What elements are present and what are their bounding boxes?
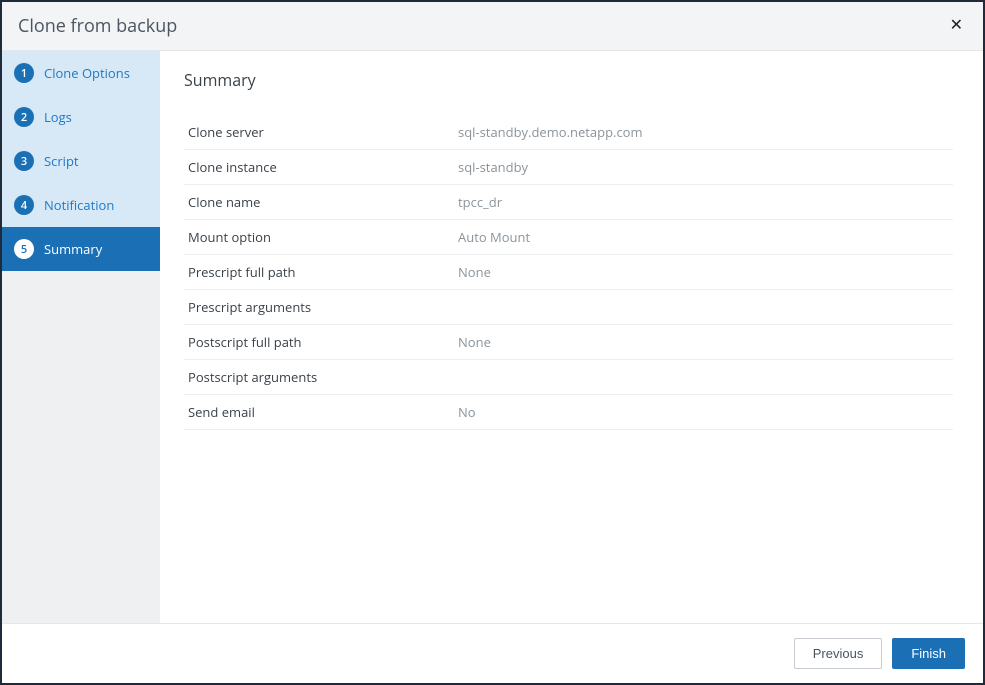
clone-from-backup-dialog: Clone from backup ✕ 1 Clone Options 2 Lo… [0, 0, 985, 685]
step-label: Clone Options [44, 64, 130, 82]
summary-value: Auto Mount [454, 220, 953, 255]
summary-label: Clone name [184, 185, 454, 220]
summary-label: Send email [184, 395, 454, 430]
previous-button[interactable]: Previous [794, 638, 883, 669]
summary-label: Mount option [184, 220, 454, 255]
step-label: Script [44, 152, 79, 170]
step-number-badge: 1 [14, 63, 34, 83]
summary-panel: Summary Clone server sql-standby.demo.ne… [160, 51, 983, 623]
summary-value [454, 290, 953, 325]
summary-label: Clone instance [184, 150, 454, 185]
dialog-body: 1 Clone Options 2 Logs 3 Script 4 Notifi… [2, 51, 983, 623]
wizard-steps-sidebar: 1 Clone Options 2 Logs 3 Script 4 Notifi… [2, 51, 160, 623]
step-label: Logs [44, 108, 72, 126]
step-number-badge: 5 [14, 239, 34, 259]
summary-value: None [454, 325, 953, 360]
step-label: Summary [44, 240, 102, 258]
step-number-badge: 3 [14, 151, 34, 171]
step-notification[interactable]: 4 Notification [2, 183, 160, 227]
summary-label: Postscript arguments [184, 360, 454, 395]
dialog-footer: Previous Finish [2, 623, 983, 683]
dialog-title: Clone from backup [18, 14, 177, 38]
summary-table: Clone server sql-standby.demo.netapp.com… [184, 115, 953, 430]
summary-row-clone-name: Clone name tpcc_dr [184, 185, 953, 220]
summary-row-clone-server: Clone server sql-standby.demo.netapp.com [184, 115, 953, 150]
summary-label: Clone server [184, 115, 454, 150]
summary-value: sql-standby [454, 150, 953, 185]
step-number-badge: 2 [14, 107, 34, 127]
step-number-badge: 4 [14, 195, 34, 215]
summary-row-postscript-path: Postscript full path None [184, 325, 953, 360]
dialog-header: Clone from backup ✕ [2, 2, 983, 51]
summary-row-postscript-args: Postscript arguments [184, 360, 953, 395]
step-clone-options[interactable]: 1 Clone Options [2, 51, 160, 95]
step-summary[interactable]: 5 Summary [2, 227, 160, 271]
summary-row-prescript-path: Prescript full path None [184, 255, 953, 290]
summary-label: Prescript arguments [184, 290, 454, 325]
summary-label: Prescript full path [184, 255, 454, 290]
summary-value: sql-standby.demo.netapp.com [454, 115, 953, 150]
close-icon[interactable]: ✕ [946, 16, 967, 36]
panel-heading: Summary [184, 69, 953, 91]
summary-value [454, 360, 953, 395]
finish-button[interactable]: Finish [892, 638, 965, 669]
summary-value: tpcc_dr [454, 185, 953, 220]
summary-row-send-email: Send email No [184, 395, 953, 430]
summary-row-prescript-args: Prescript arguments [184, 290, 953, 325]
step-script[interactable]: 3 Script [2, 139, 160, 183]
summary-value: No [454, 395, 953, 430]
step-logs[interactable]: 2 Logs [2, 95, 160, 139]
step-label: Notification [44, 196, 114, 214]
summary-label: Postscript full path [184, 325, 454, 360]
summary-value: None [454, 255, 953, 290]
summary-row-mount-option: Mount option Auto Mount [184, 220, 953, 255]
summary-row-clone-instance: Clone instance sql-standby [184, 150, 953, 185]
